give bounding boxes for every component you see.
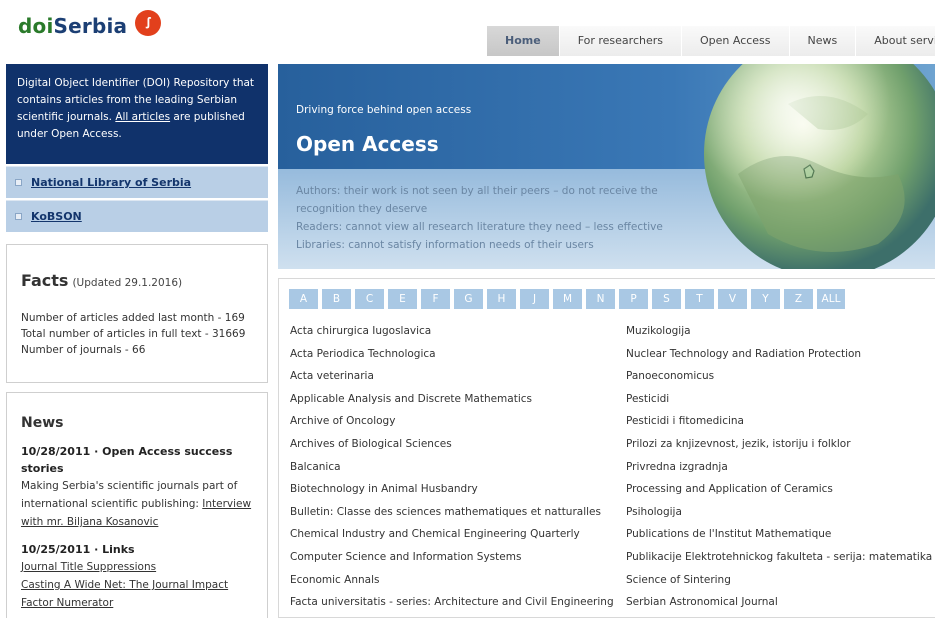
link-rest: oBSON xyxy=(39,210,82,223)
journal-link[interactable]: Publikacije Elektrotehnickog fakulteta -… xyxy=(626,551,932,574)
stumbleupon-logo-icon: ꭍ xyxy=(135,10,162,36)
letter-filter-c[interactable]: C xyxy=(355,289,384,309)
letter-filter-e[interactable]: E xyxy=(388,289,417,309)
banner-desc-line: Authors: their work is not seen by all t… xyxy=(296,185,658,215)
sidebar-link-label: KoBSON xyxy=(31,210,82,223)
facts-line: Total number of articles in full text - … xyxy=(21,328,246,340)
tab-open-access[interactable]: Open Access xyxy=(680,26,789,56)
news-panel: News 10/28/2011 · Open Access success st… xyxy=(6,392,268,618)
journal-link[interactable]: Pesticidi i fitomedicina xyxy=(626,415,932,438)
sidebar-link-national-library[interactable]: National Library of Serbia xyxy=(6,166,268,198)
journal-link[interactable]: Economic Annals xyxy=(290,574,614,597)
logo-text: doiSerbia xyxy=(18,14,127,38)
letter-filter-g[interactable]: G xyxy=(454,289,483,309)
facts-updated: (Updated 29.1.2016) xyxy=(72,277,183,289)
logo-doi: doi xyxy=(18,14,54,38)
news-item-title: 10/28/2011 · Open Access success stories xyxy=(21,445,233,475)
journal-link[interactable]: Processing and Application of Ceramics xyxy=(626,483,932,506)
link-first-letter: N xyxy=(31,176,41,189)
journal-link[interactable]: Psihologija xyxy=(626,506,932,529)
journal-link[interactable]: Muzikologija xyxy=(626,325,932,348)
letter-filter-a[interactable]: A xyxy=(289,289,318,309)
facts-heading: Facts (Updated 29.1.2016) xyxy=(21,271,255,290)
square-bullet-icon xyxy=(15,179,22,186)
letter-filter-y[interactable]: Y xyxy=(751,289,780,309)
facts-line: Number of articles added last month - 16… xyxy=(21,312,245,324)
journal-link[interactable]: Archives of Biological Sciences xyxy=(290,438,614,461)
journals-panel: A B C E F G H J M N P S T V Y Z ALL Acta chirurgica Iugo… xyxy=(278,278,935,618)
news-item-text: Making Serbia's scientific journals part… xyxy=(21,477,255,531)
facts-panel: Facts (Updated 29.1.2016) Number of artic… xyxy=(6,244,268,383)
news-item-links: Journal Title Suppressions Casting A Wid… xyxy=(21,558,255,612)
letter-filter-f[interactable]: F xyxy=(421,289,450,309)
journal-link[interactable]: Science of Sintering xyxy=(626,574,932,597)
journal-title-suppressions-link[interactable]: Journal Title Suppressions xyxy=(21,561,156,573)
letter-filter-all[interactable]: ALL xyxy=(817,289,845,309)
journal-link[interactable]: Privredna izgradnja xyxy=(626,461,932,484)
journal-link[interactable]: Serbian Astronomical Journal xyxy=(626,596,932,617)
banner-tagline: Driving force behind open access xyxy=(296,104,472,116)
letter-filter-t[interactable]: T xyxy=(685,289,714,309)
journal-link[interactable]: Computer Science and Information Systems xyxy=(290,551,614,574)
journal-link[interactable]: Acta chirurgica Iugoslavica xyxy=(290,325,614,348)
journal-link[interactable]: Panoeconomicus xyxy=(626,370,932,393)
banner-desc-line: Readers: cannot view all research litera… xyxy=(296,221,663,233)
journal-link[interactable]: Prilozi za knjizevnost, jezik, istoriju … xyxy=(626,438,932,461)
journal-link[interactable]: Archive of Oncology xyxy=(290,415,614,438)
journal-link[interactable]: Publications de l'Institut Mathematique xyxy=(626,528,932,551)
letter-filter-v[interactable]: V xyxy=(718,289,747,309)
letter-filter-b[interactable]: B xyxy=(322,289,351,309)
journal-link[interactable]: Biotechnology in Animal Husbandry xyxy=(290,483,614,506)
facts-line: Number of journals - 66 xyxy=(21,344,146,356)
square-bullet-icon xyxy=(15,213,22,220)
letter-filter-m[interactable]: M xyxy=(553,289,582,309)
journal-link[interactable]: Pesticidi xyxy=(626,393,932,416)
letter-filter-s[interactable]: S xyxy=(652,289,681,309)
top-navigation: Home For researchers Open Access News Ab… xyxy=(486,26,935,56)
journal-link[interactable]: Chemical Industry and Chemical Engineeri… xyxy=(290,528,614,551)
letter-filter-j[interactable]: J xyxy=(520,289,549,309)
facts-title: Facts xyxy=(21,271,69,290)
journal-link[interactable]: Balcanica xyxy=(290,461,614,484)
sidebar-link-kobson[interactable]: KoBSON xyxy=(6,200,268,232)
site-logo[interactable]: doiSerbia ꭍ xyxy=(18,10,162,38)
banner-description: Authors: their work is not seen by all t… xyxy=(296,182,696,254)
link-rest: ational Library of Serbia xyxy=(40,176,192,189)
repository-intro: Digital Object Identifier (DOI) Reposito… xyxy=(6,64,268,164)
letter-filter-p[interactable]: P xyxy=(619,289,648,309)
tab-home[interactable]: Home xyxy=(486,26,559,56)
letter-filter-h[interactable]: H xyxy=(487,289,516,309)
sidebar-link-label: National Library of Serbia xyxy=(31,176,191,189)
journal-list-left: Acta chirurgica Iugoslavica Acta Periodic… xyxy=(290,325,614,617)
journal-link[interactable]: Acta veterinaria xyxy=(290,370,614,393)
letter-filter-n[interactable]: N xyxy=(586,289,615,309)
alphabet-filter: A B C E F G H J M N P S T V Y Z ALL xyxy=(289,289,845,309)
banner-title: Open Access xyxy=(296,132,439,156)
journal-link[interactable]: Facta universitatis - series: Architectu… xyxy=(290,596,614,617)
open-access-banner: Driving force behind open access Open Ac… xyxy=(278,64,935,269)
globe-icon xyxy=(704,64,935,269)
casting-wide-net-link[interactable]: Casting A Wide Net: The Journal Impact F… xyxy=(21,579,228,609)
journal-link[interactable]: Acta Periodica Technologica xyxy=(290,348,614,371)
logo-serbia: Serbia xyxy=(53,14,128,38)
news-heading: News xyxy=(21,415,64,431)
journal-link[interactable]: Nuclear Technology and Radiation Protect… xyxy=(626,348,932,371)
all-articles-link[interactable]: All articles xyxy=(115,111,170,123)
journal-link[interactable]: Applicable Analysis and Discrete Mathema… xyxy=(290,393,614,416)
news-item-title: 10/25/2011 · Links xyxy=(21,543,135,556)
journal-list-right: Muzikologija Nuclear Technology and Radia… xyxy=(626,325,932,617)
tab-for-researchers[interactable]: For researchers xyxy=(558,26,681,56)
banner-desc-line: Libraries: cannot satisfy information ne… xyxy=(296,239,594,251)
tab-about-service[interactable]: About service xyxy=(855,26,935,56)
journal-link[interactable]: Bulletin: Classe des sciences mathematiq… xyxy=(290,506,614,529)
tab-news[interactable]: News xyxy=(788,26,856,56)
letter-filter-z[interactable]: Z xyxy=(784,289,813,309)
